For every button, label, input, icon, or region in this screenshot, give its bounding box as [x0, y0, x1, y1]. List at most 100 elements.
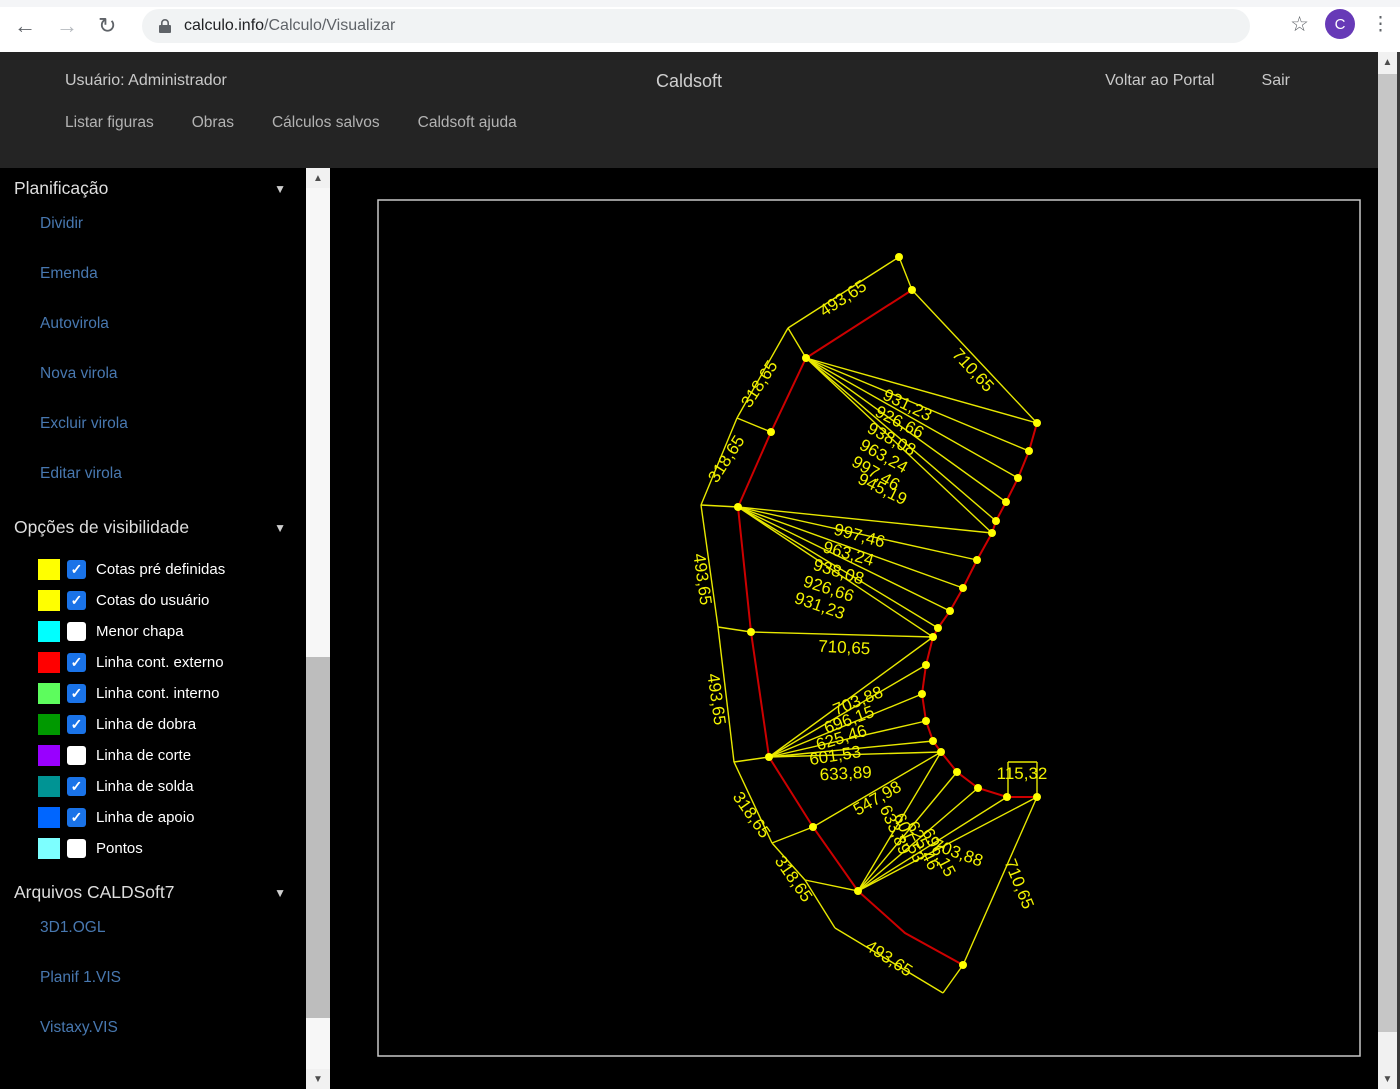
scroll-up-icon[interactable]: ▲ — [306, 168, 330, 188]
visibility-options: ✓Cotas pré definidas✓Cotas do usuárioMen… — [14, 554, 306, 864]
scroll-down-icon[interactable]: ▼ — [1378, 1069, 1397, 1089]
cad-point — [1025, 447, 1033, 455]
nav-item-3[interactable]: Cálculos salvos — [272, 114, 380, 132]
chevron-down-icon[interactable]: ▼ — [274, 886, 286, 900]
cad-point — [802, 354, 810, 362]
dimension-label: 710,65 — [948, 345, 997, 396]
visibility-row: ✓ Linha de solda — [38, 771, 306, 802]
cad-line — [734, 757, 769, 762]
url-host: calculo.info — [184, 17, 264, 35]
nav-item-4[interactable]: Caldsoft ajuda — [418, 114, 517, 132]
forward-icon[interactable]: → — [56, 9, 78, 43]
scroll-up-icon[interactable]: ▲ — [1378, 52, 1397, 72]
cad-point — [895, 253, 903, 261]
cad-line — [737, 418, 771, 432]
user-label: Usuário: Administrador — [65, 72, 227, 90]
logout-link[interactable]: Sair — [1262, 72, 1290, 90]
url-bar[interactable]: calculo.info/Calculo/Visualizar — [142, 9, 1250, 43]
file-link[interactable]: Planif 1.VIS — [40, 953, 306, 1003]
nav-item-2[interactable]: Obras — [192, 114, 234, 132]
cad-point — [959, 584, 967, 592]
cad-point — [1033, 419, 1041, 427]
browser-toolbar: ← → ↻ calculo.info/Calculo/Visualizar ☆ … — [0, 0, 1400, 52]
nav-item-1[interactable]: Listar figuras — [65, 114, 154, 132]
dimension-label: 493,65 — [816, 276, 870, 320]
cad-point — [959, 961, 967, 969]
page: ← → ↻ calculo.info/Calculo/Visualizar ☆ … — [0, 0, 1400, 1089]
sidebar-link[interactable]: Editar virola — [40, 449, 306, 499]
visibility-checkbox[interactable] — [67, 746, 86, 765]
cad-point — [988, 529, 996, 537]
cad-point — [953, 768, 961, 776]
cad-point — [937, 748, 945, 756]
avatar[interactable]: C — [1325, 9, 1355, 39]
visibility-checkbox[interactable]: ✓ — [67, 715, 86, 734]
visibility-label: Cotas pré definidas — [96, 561, 225, 578]
portal-link[interactable]: Voltar ao Portal — [1105, 72, 1214, 90]
visibility-checkbox[interactable]: ✓ — [67, 560, 86, 579]
cad-point — [765, 753, 773, 761]
color-swatch — [38, 621, 60, 642]
scroll-down-icon[interactable]: ▼ — [306, 1069, 330, 1089]
visibility-row: ✓Linha cont. externo — [38, 647, 306, 678]
canvas-frame — [378, 200, 1360, 1056]
cad-point — [1003, 793, 1011, 801]
cad-line — [751, 632, 933, 637]
visibility-checkbox[interactable] — [67, 622, 86, 641]
visibility-row: Linha de corte — [38, 740, 306, 771]
visibility-label: Linha de dobra — [96, 716, 196, 733]
back-icon[interactable]: ← — [14, 9, 36, 43]
cad-point — [854, 887, 862, 895]
chevron-down-icon[interactable]: ▼ — [274, 521, 286, 535]
dimension-label: 710,65 — [818, 637, 871, 659]
visibility-checkbox[interactable]: ✓ — [67, 591, 86, 610]
visibility-checkbox[interactable]: ✓ — [67, 808, 86, 827]
bookmark-star-icon[interactable]: ☆ — [1290, 12, 1309, 37]
app-title: Caldsoft — [656, 71, 722, 92]
visibility-checkbox[interactable] — [67, 839, 86, 858]
cad-line — [701, 505, 738, 507]
cad-point — [747, 628, 755, 636]
sidebar-link[interactable]: Dividir — [40, 199, 306, 249]
visibility-row: ✓ Linha de dobra — [38, 709, 306, 740]
section-visibility-title: Opções de visibilidade — [14, 517, 189, 538]
sidebar-link[interactable]: Emenda — [40, 249, 306, 299]
color-swatch — [38, 652, 60, 673]
cad-point — [929, 633, 937, 641]
sidebar-scroll-thumb[interactable] — [306, 657, 330, 1018]
visibility-checkbox[interactable]: ✓ — [67, 777, 86, 796]
cad-point — [767, 428, 775, 436]
cad-viewport[interactable]: 493,65710,65318,65318,65931,23926,66938,… — [330, 168, 1378, 1089]
file-link[interactable]: 3D1.OGL — [40, 903, 306, 953]
visibility-checkbox[interactable]: ✓ — [67, 684, 86, 703]
dimension-label: 318,65 — [737, 357, 781, 411]
browser-tabstrip — [0, 0, 1400, 7]
sidebar-link[interactable]: Excluir virola — [40, 399, 306, 449]
cad-line — [899, 257, 912, 290]
sidebar-link[interactable]: Nova virola — [40, 349, 306, 399]
visibility-label: Cotas do usuário — [96, 592, 209, 609]
section-files: Arquivos CALDSoft7 ▼ — [14, 882, 286, 903]
kebab-menu-icon[interactable]: ⋮ — [1371, 13, 1390, 36]
sidebar-scrollbar[interactable]: ▲ ▼ — [306, 168, 330, 1089]
dimension-label: 115,32 — [997, 764, 1048, 783]
sidebar-link[interactable]: Autovirola — [40, 299, 306, 349]
cad-point — [992, 517, 1000, 525]
color-swatch — [38, 590, 60, 611]
cad-point — [809, 823, 817, 831]
chevron-down-icon[interactable]: ▼ — [274, 182, 286, 196]
file-link[interactable]: Vistaxy.VIS — [40, 1003, 306, 1053]
color-swatch — [38, 683, 60, 704]
cad-point — [1014, 474, 1022, 482]
reload-icon[interactable]: ↻ — [98, 9, 116, 43]
visibility-checkbox[interactable]: ✓ — [67, 653, 86, 672]
visibility-label: Linha de solda — [96, 778, 194, 795]
section-files-title: Arquivos CALDSoft7 — [14, 882, 175, 903]
cad-point — [934, 624, 942, 632]
page-scrollbar[interactable]: ▲ ▼ — [1378, 52, 1397, 1089]
page-scroll-thumb[interactable] — [1378, 74, 1397, 1032]
dimension-label: 318,65 — [771, 852, 816, 905]
visibility-label: Linha cont. interno — [96, 685, 219, 702]
cad-point — [1033, 793, 1041, 801]
visibility-row: ✓ Cotas do usuário — [38, 585, 306, 616]
